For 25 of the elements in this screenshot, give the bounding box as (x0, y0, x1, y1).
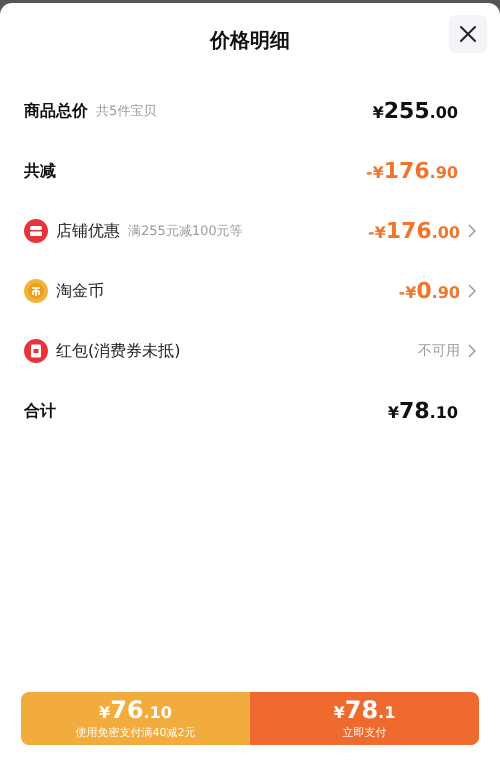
chevron-right-icon[interactable] (468, 224, 476, 238)
close-icon (459, 25, 477, 43)
row-note: 共5件宝贝 (96, 103, 156, 120)
pay-now-button[interactable]: ¥78.1 立即支付 (250, 692, 479, 745)
row-label: 共减 (24, 160, 56, 182)
row-label: 淘金币 (56, 280, 104, 302)
coin-icon (24, 279, 48, 303)
price: -¥176.90 (366, 158, 458, 184)
row-label: 商品总价 (24, 100, 88, 122)
chevron-right-icon[interactable] (468, 284, 476, 298)
status-text: 不可用 (418, 342, 460, 360)
sheet-title: 价格明细 (210, 26, 290, 54)
price: -¥176.00 (368, 218, 460, 244)
row-label: 红包(消费券未抵) (56, 340, 180, 362)
chevron-right-icon[interactable] (468, 344, 476, 358)
row-label: 店铺优惠 (56, 220, 120, 242)
close-button[interactable] (449, 15, 487, 53)
price: ¥255.00 (372, 98, 458, 124)
envelope-icon (24, 339, 48, 363)
price: ¥78.10 (388, 398, 458, 424)
shop-icon (24, 219, 48, 243)
price: -¥0.90 (398, 278, 460, 304)
row-label: 合计 (24, 400, 56, 422)
pay-option-button[interactable]: ¥76.10 使用免密支付满40减2元 (21, 692, 250, 745)
row-note: 满255元减100元等 (128, 223, 243, 240)
